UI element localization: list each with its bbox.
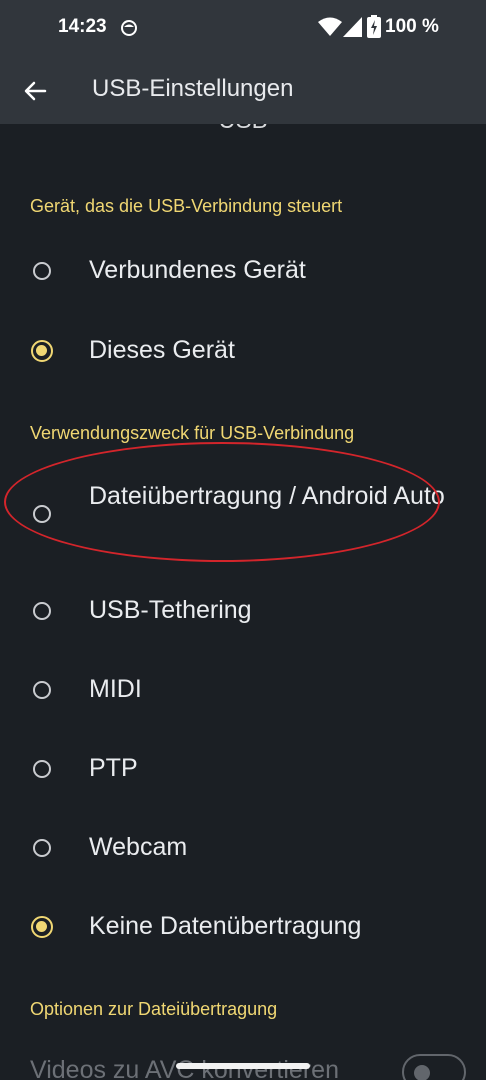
gesture-navigation-bar[interactable] bbox=[176, 1063, 310, 1069]
section-title-file-transfer-options: Optionen zur Dateiübertragung bbox=[30, 999, 278, 1019]
option-file-transfer[interactable]: Dateiübertragung / Android Auto bbox=[0, 464, 486, 560]
radio-button-unselected[interactable] bbox=[33, 602, 51, 620]
page-title: USB-Einstellungen bbox=[92, 75, 294, 102]
status-time: 14:23 bbox=[58, 16, 107, 37]
section-title-usb-control: Gerät, das die USB-Verbindung steuert bbox=[30, 196, 343, 216]
radio-button-unselected[interactable] bbox=[33, 505, 51, 523]
radio-button-selected[interactable] bbox=[31, 340, 53, 362]
radio-button-unselected[interactable] bbox=[33, 839, 51, 857]
option-ptp[interactable]: PTP bbox=[0, 732, 486, 806]
option-label: PTP bbox=[89, 754, 138, 782]
toggle-knob bbox=[414, 1065, 430, 1080]
radio-button-selected[interactable] bbox=[31, 916, 53, 938]
arrow-back-icon[interactable] bbox=[20, 76, 50, 106]
option-label: Verbundenes Gerät bbox=[89, 256, 306, 284]
option-no-data-transfer[interactable]: Keine Datenübertragung bbox=[0, 890, 486, 964]
option-label: Dateiübertragung / Android Auto bbox=[89, 482, 445, 510]
option-webcam[interactable]: Webcam bbox=[0, 811, 486, 885]
option-label: Dieses Gerät bbox=[89, 336, 235, 364]
option-label: Webcam bbox=[89, 833, 188, 861]
option-connected-device[interactable]: Verbundenes Gerät bbox=[0, 234, 486, 308]
status-bar: 14:23 100 % bbox=[0, 0, 486, 58]
settings-content[interactable]: USB Gerät, das die USB-Verbindung steuer… bbox=[0, 124, 486, 1080]
clipped-heading: USB bbox=[0, 124, 486, 135]
option-this-device[interactable]: Dieses Gerät bbox=[0, 314, 486, 388]
radio-button-unselected[interactable] bbox=[33, 681, 51, 699]
convert-videos-avc-toggle[interactable] bbox=[402, 1054, 466, 1080]
option-label: USB-Tethering bbox=[89, 596, 252, 624]
option-label: MIDI bbox=[89, 675, 142, 703]
radio-button-unselected[interactable] bbox=[33, 760, 51, 778]
option-usb-tethering[interactable]: USB-Tethering bbox=[0, 574, 486, 648]
wifi-icon bbox=[318, 17, 342, 36]
section-title-usb-purpose: Verwendungszweck für USB-Verbindung bbox=[30, 423, 355, 443]
radio-button-unselected[interactable] bbox=[33, 262, 51, 280]
app-notification-icon bbox=[121, 20, 137, 36]
app-bar: USB-Einstellungen bbox=[0, 58, 486, 124]
option-midi[interactable]: MIDI bbox=[0, 653, 486, 727]
battery-percentage: 100 % bbox=[385, 16, 439, 37]
cell-signal-icon bbox=[343, 17, 362, 37]
option-label: Keine Datenübertragung bbox=[89, 912, 362, 940]
battery-charging-icon bbox=[367, 15, 381, 38]
